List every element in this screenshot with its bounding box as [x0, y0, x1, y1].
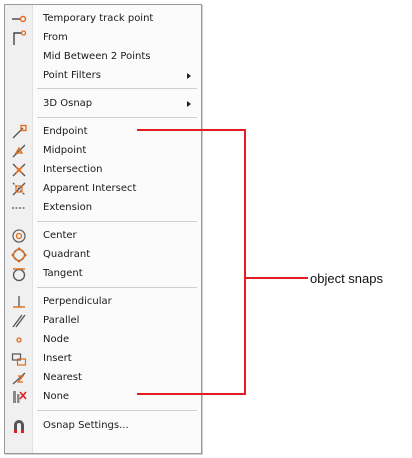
menu-item-label: Mid Between 2 Points [43, 51, 151, 62]
menu-item-none[interactable]: None [5, 387, 201, 406]
menu-item-extension[interactable]: Extension [5, 198, 201, 217]
tangent-icon [11, 266, 27, 282]
submenu-arrow-icon [187, 101, 191, 107]
menu-separator [37, 287, 197, 288]
menu-item-intersection[interactable]: Intersection [5, 160, 201, 179]
object-snaps-pointer-line [244, 277, 308, 279]
menu-item-label: None [43, 391, 70, 402]
menu-item-nearest[interactable]: Nearest [5, 368, 201, 387]
menu-item-from[interactable]: From [5, 28, 201, 47]
menu-item-osnap-settings[interactable]: Osnap Settings... [5, 416, 201, 435]
from-icon [11, 30, 27, 46]
menu-separator [37, 410, 197, 411]
intersection-icon [11, 162, 27, 178]
menu-item-insert[interactable]: Insert [5, 349, 201, 368]
apparent-intersect-icon [11, 181, 27, 197]
parallel-icon [11, 313, 27, 329]
menu-item-endpoint[interactable]: Endpoint [5, 122, 201, 141]
menu-item-temporary-track-point[interactable]: Temporary track point [5, 9, 201, 28]
osnap-context-menu: Temporary track point From Mid Between 2… [4, 4, 202, 454]
node-icon [11, 332, 27, 348]
menu-item-label: Parallel [43, 315, 80, 326]
menu-item-label: 3D Osnap [43, 98, 93, 109]
temporary-track-point-icon [11, 11, 27, 27]
menu-item-label: Insert [43, 353, 72, 364]
nearest-icon [11, 370, 27, 386]
insert-icon [11, 351, 27, 367]
osnap-settings-icon [11, 418, 27, 434]
menu-item-mid-between-2-points[interactable]: Mid Between 2 Points [5, 47, 201, 66]
menu-item-apparent-intersect[interactable]: Apparent Intersect [5, 179, 201, 198]
menu-separator [37, 221, 197, 222]
menu-item-3d-osnap[interactable]: 3D Osnap [5, 94, 201, 113]
center-icon [11, 228, 27, 244]
menu-item-label: Temporary track point [43, 13, 154, 24]
perpendicular-icon [11, 294, 27, 310]
menu-item-label: Endpoint [43, 126, 88, 137]
menu-separator [37, 88, 197, 89]
menu-item-point-filters[interactable]: Point Filters [5, 66, 201, 85]
midpoint-icon [11, 143, 27, 159]
object-snaps-bracket-side [244, 129, 246, 395]
object-snaps-annotation: object snaps [310, 271, 383, 286]
submenu-arrow-icon [187, 73, 191, 79]
menu-item-label: Node [43, 334, 70, 345]
object-snaps-bracket-top [137, 129, 246, 131]
menu-item-tangent[interactable]: Tangent [5, 264, 201, 283]
menu-item-parallel[interactable]: Parallel [5, 311, 201, 330]
menu-item-label: Point Filters [43, 70, 101, 81]
menu-item-label: Tangent [43, 268, 83, 279]
menu-item-center[interactable]: Center [5, 226, 201, 245]
menu-item-label: Osnap Settings... [43, 420, 129, 431]
menu-item-perpendicular[interactable]: Perpendicular [5, 292, 201, 311]
menu-item-label: Nearest [43, 372, 82, 383]
menu-item-label: Apparent Intersect [43, 183, 137, 194]
menu-item-node[interactable]: Node [5, 330, 201, 349]
menu-item-label: Midpoint [43, 145, 87, 156]
endpoint-icon [11, 124, 27, 140]
menu-item-label: Intersection [43, 164, 103, 175]
menu-item-label: From [43, 32, 68, 43]
menu-item-label: Quadrant [43, 249, 91, 260]
menu-item-midpoint[interactable]: Midpoint [5, 141, 201, 160]
menu-item-label: Extension [43, 202, 93, 213]
menu-separator [37, 117, 197, 118]
menu-item-label: Perpendicular [43, 296, 112, 307]
menu-item-label: Center [43, 230, 77, 241]
extension-icon [11, 200, 27, 216]
quadrant-icon [11, 247, 27, 263]
object-snaps-bracket-bottom [137, 393, 246, 395]
menu-item-quadrant[interactable]: Quadrant [5, 245, 201, 264]
none-icon [11, 389, 27, 405]
